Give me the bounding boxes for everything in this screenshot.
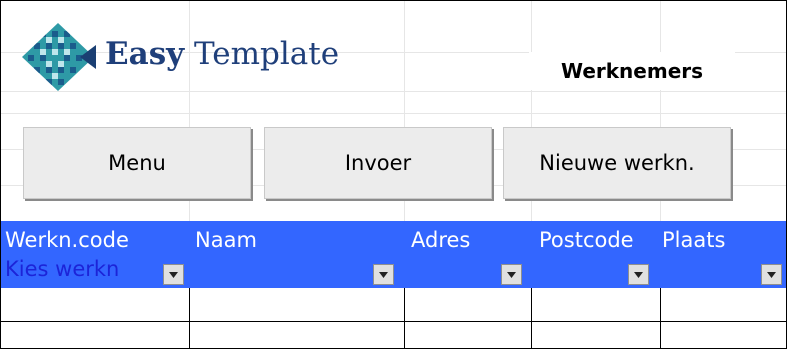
- table-cell-border: [531, 288, 532, 348]
- grid-line: [1, 91, 786, 92]
- grid-line: [1, 113, 786, 114]
- column-header-werknemercode: Werkn.code: [5, 228, 129, 252]
- brand-title-bold: Easy: [105, 36, 185, 72]
- diamond-grid-logo-icon: [22, 23, 96, 91]
- brand-title-regular: Template: [184, 36, 340, 72]
- column-header-naam: Naam: [195, 228, 257, 252]
- grid-line: [404, 1, 405, 241]
- grid-line: [531, 1, 532, 241]
- brand-title: Easy Template: [105, 39, 339, 70]
- employee-selector[interactable]: Kies werkn: [5, 257, 119, 281]
- grid-line: [660, 1, 661, 241]
- menu-button[interactable]: Menu: [23, 127, 251, 199]
- invoer-button[interactable]: Invoer: [264, 127, 492, 199]
- filter-naam-dropdown[interactable]: [373, 264, 394, 285]
- table-row: [1, 321, 786, 322]
- dropdown-arrow-icon: [169, 271, 178, 278]
- sheet-title: Werknemers: [529, 52, 735, 90]
- table-cell-border: [660, 288, 661, 348]
- filter-postcode-dropdown[interactable]: [628, 264, 649, 285]
- column-header-postcode: Postcode: [539, 228, 634, 252]
- filter-adres-dropdown[interactable]: [501, 264, 522, 285]
- filter-plaats-dropdown[interactable]: [761, 264, 782, 285]
- table-cell-border: [404, 288, 405, 348]
- spreadsheet-window: Easy Template Werknemers Menu Invoer Nie…: [0, 0, 787, 349]
- dropdown-arrow-icon: [634, 271, 643, 278]
- filter-werknemercode-dropdown[interactable]: [163, 264, 184, 285]
- table-cell-border: [189, 288, 190, 348]
- column-header-plaats: Plaats: [662, 228, 726, 252]
- dropdown-arrow-icon: [767, 271, 776, 278]
- dropdown-arrow-icon: [379, 271, 388, 278]
- new-employee-button[interactable]: Nieuwe werkn.: [503, 127, 731, 199]
- dropdown-arrow-icon: [507, 271, 516, 278]
- column-header-adres: Adres: [411, 228, 471, 252]
